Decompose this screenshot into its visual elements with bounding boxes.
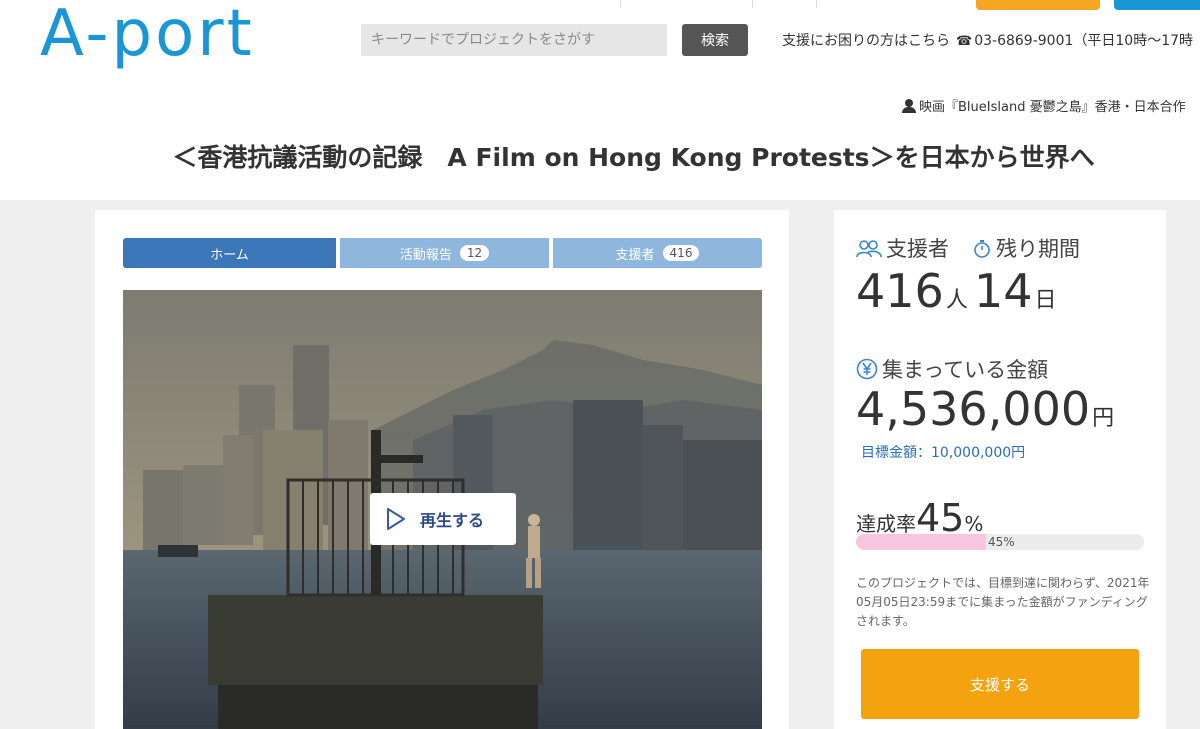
project-owner[interactable]: 映画『BlueIsland 憂鬱之島』香港・日本合作 — [902, 96, 1186, 115]
play-button[interactable]: 再生する — [370, 493, 516, 545]
remaining-label: 残り期間 — [996, 237, 1080, 261]
amount-stat-label: 集まっている金額 — [856, 354, 1048, 384]
progress-fill — [856, 534, 986, 550]
amount-label: 集まっている金額 — [882, 358, 1049, 382]
remaining-stat-label: 残り期間 — [972, 233, 1080, 263]
play-label: 再生する — [420, 511, 485, 530]
stopwatch-icon — [974, 240, 990, 258]
search-input[interactable] — [361, 24, 667, 56]
yen-coin-icon — [856, 358, 878, 380]
remaining-unit: 日 — [1034, 288, 1057, 313]
supporters-label: 支援者 — [886, 237, 949, 261]
site-logo[interactable]: A-port — [40, 2, 255, 66]
tab-label: 支援者 — [615, 247, 655, 263]
supporters-value: 416 — [856, 264, 944, 318]
tab-label: 活動報告 — [399, 247, 452, 263]
rate-unit: % — [964, 512, 984, 536]
top-orange-button[interactable] — [976, 0, 1100, 10]
support-help[interactable]: 支援にお困りの方はこちら ☎ 03-6869-9001（平日10時〜17時 — [782, 30, 1193, 50]
progress-label: 45% — [988, 535, 1015, 549]
remaining-value: 14 — [974, 264, 1033, 318]
tab-reports[interactable]: 活動報告 12 — [340, 238, 549, 268]
tab-home[interactable]: ホーム — [123, 238, 336, 268]
top-divider — [816, 0, 817, 8]
funding-panel: 支援者 残り期間 416人 14日 集まっている金額 4,536,000円 目標… — [834, 210, 1166, 729]
amount-unit: 円 — [1092, 406, 1115, 431]
play-icon — [387, 508, 405, 530]
top-divider — [752, 0, 753, 8]
main-panel: ホーム 活動報告 12 支援者 416 再生する — [95, 210, 789, 729]
progress-bar: 45% — [856, 534, 1144, 550]
remaining-days: 14日 — [974, 268, 1057, 324]
page-title: ＜香港抗議活動の記録 A Film on Hong Kong Protests＞… — [172, 143, 1095, 172]
tab-count-badge: 416 — [662, 245, 700, 261]
goal-amount: 目標金額：10,000,000円 — [861, 445, 1026, 461]
amount-raised: 4,536,000円 — [856, 386, 1114, 442]
supporters-stat-label: 支援者 — [856, 233, 949, 263]
rate-label: 達成率 — [856, 512, 916, 536]
help-text: 支援にお困りの方はこちら — [782, 33, 950, 49]
top-divider — [620, 0, 621, 8]
project-tabs: ホーム 活動報告 12 支援者 416 — [123, 238, 762, 268]
funding-note: このプロジェクトでは、目標到達に関わらず、2021年05月05日23:59までに… — [856, 576, 1150, 628]
amount-value: 4,536,000 — [856, 382, 1091, 436]
phone-icon: ☎ — [956, 34, 973, 49]
back-project-button[interactable]: 支援する — [861, 649, 1139, 719]
supporters-unit: 人 — [945, 288, 968, 313]
site-header: A-port 検索 支援にお困りの方はこちら ☎03-6869-9001（平日10… — [0, 0, 1200, 200]
supporters-count: 416人 — [856, 268, 968, 324]
top-blue-button[interactable] — [1114, 0, 1200, 10]
tab-supporters[interactable]: 支援者 416 — [553, 238, 762, 268]
users-icon — [856, 240, 882, 258]
search-button[interactable]: 検索 — [682, 24, 748, 56]
tab-label: ホーム — [210, 247, 249, 263]
help-phone: 03-6869-9001（平日10時〜17時 — [974, 33, 1194, 49]
tab-count-badge: 12 — [459, 245, 490, 261]
project-video[interactable]: 再生する — [123, 290, 762, 729]
project-owner-name: 映画『BlueIsland 憂鬱之島』香港・日本合作 — [919, 100, 1186, 115]
user-icon — [902, 99, 916, 113]
